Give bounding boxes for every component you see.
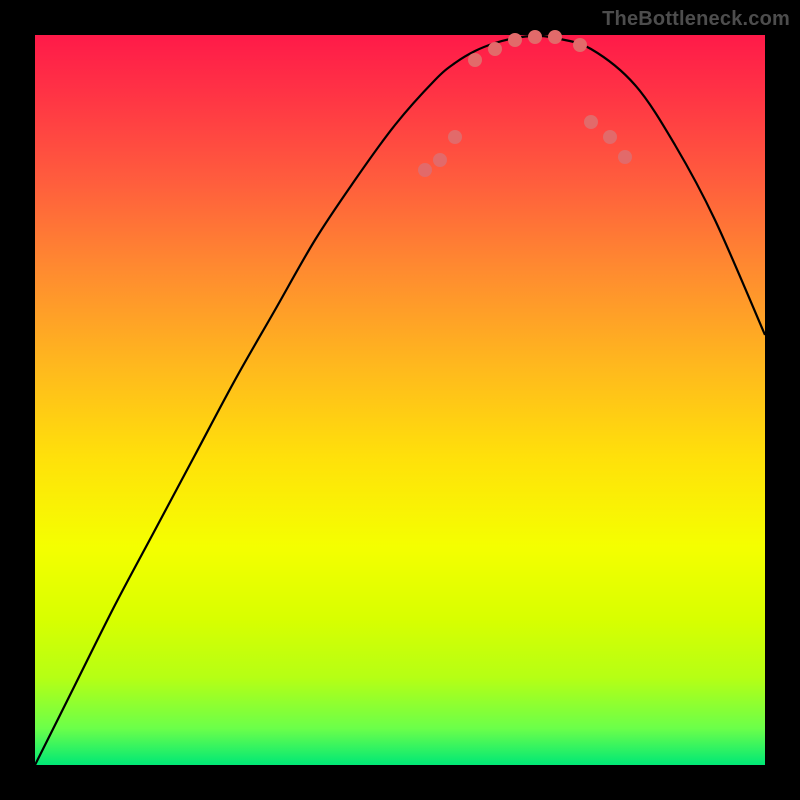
marker-layer bbox=[35, 35, 765, 765]
marker-dot bbox=[603, 130, 617, 144]
marker-dot bbox=[573, 38, 587, 52]
marker-dot bbox=[548, 30, 562, 44]
attribution-text: TheBottleneck.com bbox=[602, 8, 790, 31]
marker-dot bbox=[528, 30, 542, 44]
marker-dot bbox=[508, 33, 522, 47]
chart-frame: TheBottleneck.com bbox=[0, 0, 800, 800]
marker-dot bbox=[468, 53, 482, 67]
marker-dot bbox=[488, 42, 502, 56]
marker-dot bbox=[448, 130, 462, 144]
marker-dot bbox=[618, 150, 632, 164]
marker-dot bbox=[584, 115, 598, 129]
marker-dot bbox=[433, 153, 447, 167]
marker-dot bbox=[418, 163, 432, 177]
